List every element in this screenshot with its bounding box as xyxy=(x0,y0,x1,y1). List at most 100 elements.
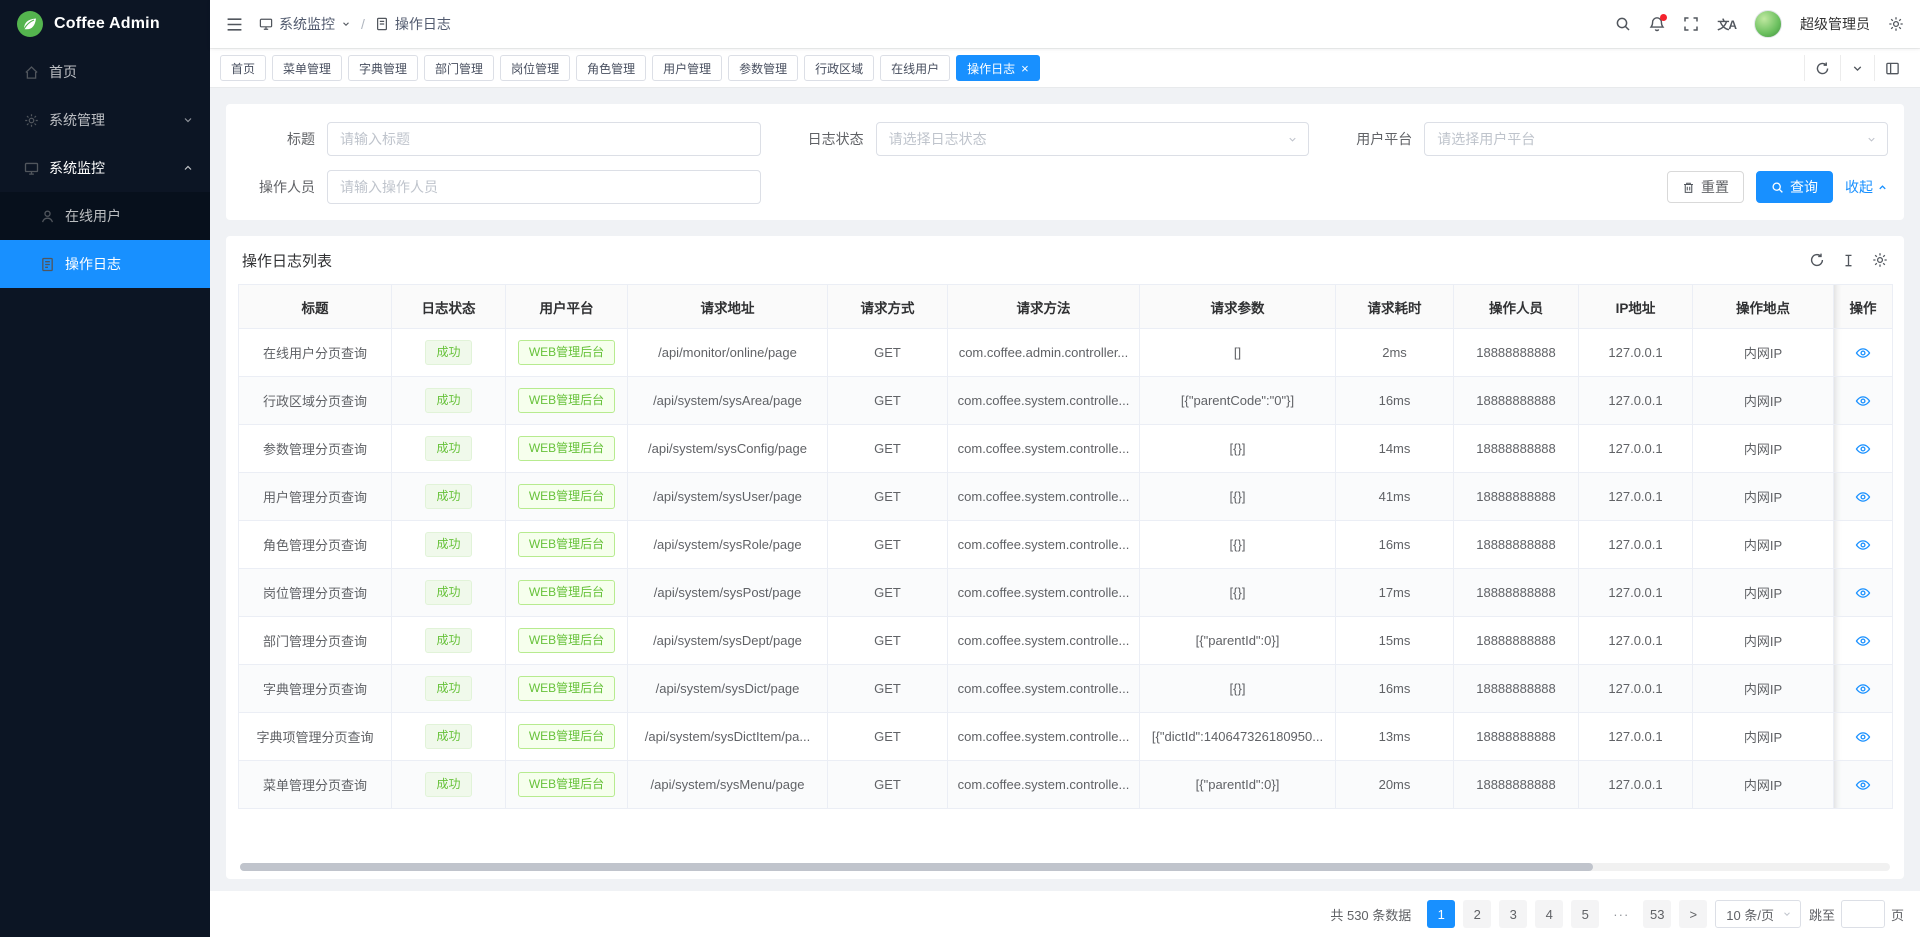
cell-request-method: GET xyxy=(828,569,948,617)
status-badge: 成功 xyxy=(425,772,471,797)
status-select-placeholder: 请选择日志状态 xyxy=(889,129,987,149)
tab[interactable]: 角色管理 xyxy=(576,55,646,81)
tab-label: 菜单管理 xyxy=(283,60,331,77)
status-badge: 成功 xyxy=(425,388,471,413)
tab[interactable]: 行政区域 xyxy=(804,55,874,81)
cell-request-method: GET xyxy=(828,473,948,521)
tab[interactable]: 用户管理 xyxy=(652,55,722,81)
request-method: GET xyxy=(874,537,901,552)
operator: 18888888888 xyxy=(1476,681,1556,696)
view-detail-eye-icon[interactable] xyxy=(1855,585,1871,601)
breadcrumb-level1[interactable]: 系统监控 xyxy=(279,14,335,34)
app-logo: Coffee Admin xyxy=(0,0,210,48)
table-toolbar xyxy=(1809,252,1888,268)
search-icon[interactable] xyxy=(1615,16,1631,32)
request-params: [{}] xyxy=(1230,441,1246,456)
tab[interactable]: 部门管理 xyxy=(424,55,494,81)
cell-request-params: [{}] xyxy=(1140,521,1336,569)
page-button[interactable]: 1 xyxy=(1427,900,1455,928)
view-detail-eye-icon[interactable] xyxy=(1855,489,1871,505)
avatar[interactable] xyxy=(1754,10,1782,38)
tab[interactable]: 菜单管理 xyxy=(272,55,342,81)
view-detail-eye-icon[interactable] xyxy=(1855,633,1871,649)
cell-status: 成功 xyxy=(392,617,506,665)
cell-request-params: [{"parentId":0}] xyxy=(1140,617,1336,665)
page-button[interactable]: ··· xyxy=(1607,900,1635,928)
operator: 18888888888 xyxy=(1476,777,1556,792)
operator-input[interactable] xyxy=(327,170,761,204)
cell-request-function: com.coffee.system.controlle... xyxy=(948,425,1140,473)
view-detail-eye-icon[interactable] xyxy=(1855,729,1871,745)
view-detail-eye-icon[interactable] xyxy=(1855,681,1871,697)
table-row: 字典管理分页查询 成功 WEB管理后台 /api/system/sysDict/… xyxy=(239,665,1893,713)
sidebar-item-system-monitor[interactable]: 系统监控 xyxy=(0,144,210,192)
column-header: 操作人员 xyxy=(1454,285,1579,329)
notification-bell[interactable] xyxy=(1649,16,1665,32)
cell-duration: 16ms xyxy=(1336,377,1454,425)
menu-fold-icon[interactable] xyxy=(226,16,243,33)
status-select[interactable]: 请选择日志状态 xyxy=(876,122,1310,156)
translate-icon[interactable]: 文A xyxy=(1717,16,1736,33)
cell-request-url: /api/system/sysDept/page xyxy=(628,617,828,665)
platform-badge: WEB管理后台 xyxy=(518,484,615,509)
sidebar-item-system-management[interactable]: 系统管理 xyxy=(0,96,210,144)
status-label: 日志状态 xyxy=(791,129,876,149)
user-icon xyxy=(40,209,55,224)
title-input[interactable] xyxy=(327,122,761,156)
search-button[interactable]: 查询 xyxy=(1756,171,1833,203)
page-button[interactable]: 5 xyxy=(1571,900,1599,928)
refresh-icon[interactable] xyxy=(1809,252,1825,268)
log-list-card: 操作日志列表 标题日志状态用户平台请求地址请求方式请求方法请求参数请求耗时操作人… xyxy=(226,236,1904,879)
view-detail-eye-icon[interactable] xyxy=(1855,777,1871,793)
page-button[interactable]: 4 xyxy=(1535,900,1563,928)
table-row: 参数管理分页查询 成功 WEB管理后台 /api/system/sysConfi… xyxy=(239,425,1893,473)
tab[interactable]: 岗位管理 xyxy=(500,55,570,81)
layout-icon[interactable] xyxy=(1874,55,1910,81)
sidebar-item-home[interactable]: 首页 xyxy=(0,48,210,96)
tab-close-icon[interactable]: × xyxy=(1021,62,1029,75)
tab[interactable]: 操作日志 × xyxy=(956,55,1040,81)
view-detail-eye-icon[interactable] xyxy=(1855,393,1871,409)
ip-address: 127.0.0.1 xyxy=(1608,777,1662,792)
page-button[interactable]: 53 xyxy=(1643,900,1671,928)
cell-request-url: /api/system/sysConfig/page xyxy=(628,425,828,473)
request-url: /api/system/sysDept/page xyxy=(653,633,802,648)
sidebar-item-online-users[interactable]: 在线用户 xyxy=(0,192,210,240)
ip-address: 127.0.0.1 xyxy=(1608,393,1662,408)
tab[interactable]: 字典管理 xyxy=(348,55,418,81)
cell-actions xyxy=(1834,665,1893,713)
tab[interactable]: 在线用户 xyxy=(880,55,950,81)
refresh-icon[interactable] xyxy=(1804,55,1840,81)
sidebar-item-operation-log[interactable]: 操作日志 xyxy=(0,240,210,288)
cell-ip: 127.0.0.1 xyxy=(1579,329,1693,377)
cell-actions xyxy=(1834,713,1893,761)
page-size-select[interactable]: 10 条/页 xyxy=(1715,900,1801,928)
jump-page-input[interactable] xyxy=(1841,900,1885,928)
platform-select[interactable]: 请选择用户平台 xyxy=(1424,122,1888,156)
request-function: com.coffee.system.controlle... xyxy=(958,489,1130,504)
tab[interactable]: 参数管理 xyxy=(728,55,798,81)
chevron-down-icon[interactable] xyxy=(1840,55,1874,81)
reset-button[interactable]: 重置 xyxy=(1667,171,1744,203)
monitor-icon xyxy=(259,17,273,31)
page-button[interactable]: 3 xyxy=(1499,900,1527,928)
card-title: 操作日志列表 xyxy=(242,250,332,271)
operator: 18888888888 xyxy=(1476,633,1556,648)
request-duration: 2ms xyxy=(1382,345,1407,360)
cell-location: 内网IP xyxy=(1693,761,1834,809)
row-height-icon[interactable] xyxy=(1841,253,1856,268)
view-detail-eye-icon[interactable] xyxy=(1855,345,1871,361)
ip-address: 127.0.0.1 xyxy=(1608,489,1662,504)
collapse-toggle[interactable]: 收起 xyxy=(1845,177,1888,197)
column-settings-gear-icon[interactable] xyxy=(1872,252,1888,268)
view-detail-eye-icon[interactable] xyxy=(1855,441,1871,457)
view-detail-eye-icon[interactable] xyxy=(1855,537,1871,553)
horizontal-scrollbar-thumb[interactable] xyxy=(240,863,1593,871)
tab[interactable]: 首页 xyxy=(220,55,266,81)
next-page-button[interactable]: > xyxy=(1679,900,1707,928)
request-method: GET xyxy=(874,489,901,504)
settings-gear-icon[interactable] xyxy=(1888,16,1904,32)
user-name[interactable]: 超级管理员 xyxy=(1800,14,1870,34)
fullscreen-icon[interactable] xyxy=(1683,16,1699,32)
page-button[interactable]: 2 xyxy=(1463,900,1491,928)
